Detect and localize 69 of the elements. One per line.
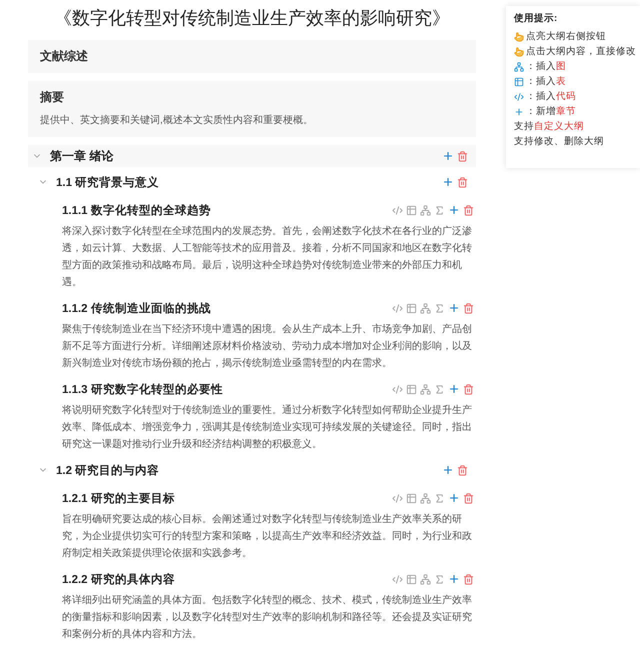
chapter-row[interactable]: 第一章 绪论 (28, 145, 476, 167)
table-icon[interactable] (406, 204, 417, 216)
tip-text: 支持修改、删除大纲 (514, 135, 604, 148)
table-icon (514, 76, 524, 86)
code-icon[interactable] (392, 384, 403, 394)
add-icon[interactable] (442, 150, 454, 162)
add-icon[interactable] (448, 302, 460, 314)
delete-icon[interactable] (463, 204, 474, 216)
document-title: 《数字化转型对传统制造业生产效率的影响研究》 (53, 7, 451, 30)
subsection-heading[interactable]: 1.2.1 研究的主要目标 (62, 490, 392, 506)
subsection-text[interactable]: 将说明研究数字化转型对于传统制造业的重要性。通过分析数字化转型如何帮助企业提升生产效率、降低成本、增强竞争力，强调其是传统制造业实现可持续发展的关键途径。同时，指出研究这一课题对推动行业升级和经济结构调整的积极意义。 (62, 402, 474, 453)
delete-icon[interactable] (457, 150, 468, 162)
delete-icon[interactable] (463, 384, 474, 394)
add-icon (514, 106, 524, 116)
tree-icon[interactable] (420, 384, 431, 394)
section-heading[interactable]: 1.1 研究背景与意义 (56, 174, 442, 190)
delete-icon[interactable] (457, 464, 468, 476)
tree-icon[interactable] (420, 302, 431, 314)
subsection-text[interactable]: 旨在明确研究要达成的核心目标。会阐述通过对数字化转型与传统制造业生产效率关系的研究，为企业提供切实可行的转型方案和策略，以提高生产效率和经济效益。同时，为行业和政府制定相关政策提供理论依据和实践参考。 (62, 511, 474, 562)
tip-text: ：插入图 (526, 60, 566, 73)
subsection-text[interactable]: 将深入探讨数字化转型在全球范围内的发展态势。首先，会阐述数字化技术在各行业的广泛渗透，如云计算、大数据、人工智能等技术的应用普及。接着，分析不同国家和地区在数字化转型方面的政策推动和战略布局。最后，说明这种全球趋势对传统制造业带来的外部压力和机遇。 (62, 223, 474, 291)
add-icon[interactable] (442, 176, 454, 188)
formula-icon[interactable] (434, 574, 445, 584)
formula-icon[interactable] (434, 302, 445, 314)
delete-icon[interactable] (463, 492, 474, 504)
add-icon[interactable] (442, 464, 454, 476)
section-heading[interactable]: 1.2 研究目的与内容 (56, 462, 442, 478)
delete-icon[interactable] (457, 176, 468, 188)
chapter-heading[interactable]: 第一章 绪论 (50, 148, 442, 164)
subsection-heading[interactable]: 1.1.3 研究数字化转型的必要性 (62, 382, 392, 396)
code-icon[interactable] (392, 302, 403, 314)
tree-icon (514, 62, 524, 72)
add-icon[interactable] (448, 204, 460, 216)
section-summary[interactable]: 提供中、英文摘要和关键词,概述本文实质性内容和重要梗概。 (40, 112, 464, 129)
add-icon[interactable] (448, 492, 460, 504)
tree-icon[interactable] (420, 204, 431, 216)
tip-text: ：插入代码 (526, 90, 576, 103)
subsection-heading[interactable]: 1.1.1 数字化转型的全球趋势 (62, 202, 392, 218)
table-icon[interactable] (406, 302, 417, 314)
hand-pointer-icon (514, 32, 524, 42)
subsection-text[interactable]: 聚焦于传统制造业在当下经济环境中遭遇的困境。会从生产成本上升、市场竞争加剧、产品创新不足等方面进行分析。详细阐述原材料价格波动、劳动力成本增加对企业利润的影响，以及新兴制造业对传统市场份额的抢占，揭示传统制造业亟需转型的内在需求。 (62, 321, 474, 372)
code-icon (514, 92, 524, 102)
formula-icon[interactable] (434, 204, 445, 216)
code-icon[interactable] (392, 204, 403, 216)
section-heading[interactable]: 摘要 (40, 89, 464, 106)
add-icon[interactable] (448, 383, 460, 395)
subsection-heading[interactable]: 1.1.2 传统制造业面临的挑战 (62, 300, 392, 316)
tree-icon[interactable] (420, 574, 431, 584)
tip-text: 点亮大纲右侧按钮 (526, 30, 606, 43)
formula-icon[interactable] (434, 384, 445, 394)
tip-text: ：插入表 (526, 75, 566, 88)
add-icon[interactable] (448, 573, 460, 585)
tip-text: 点击大纲内容，直接修改 (526, 45, 636, 58)
section-heading[interactable]: 文献综述 (40, 48, 464, 65)
subsection-heading[interactable]: 1.2.2 研究的具体内容 (62, 572, 392, 586)
code-icon[interactable] (392, 574, 403, 584)
code-icon[interactable] (392, 492, 403, 504)
hand-pointer-icon (514, 46, 524, 56)
table-icon[interactable] (406, 492, 417, 504)
delete-icon[interactable] (463, 302, 474, 314)
table-icon[interactable] (406, 384, 417, 394)
tip-text: ：新增章节 (526, 105, 576, 118)
subsection-text[interactable]: 将详细列出研究涵盖的具体方面。包括数字化转型的概念、技术、模式，传统制造业生产效率的衡量指标和影响因素，以及数字化转型对生产效率的影响机制和路径等。还会提及实证研究和案例分析的具体内容和方法。 (62, 592, 474, 643)
formula-icon[interactable] (434, 492, 445, 504)
tree-icon[interactable] (420, 492, 431, 504)
tip-text: 支持自定义大纲 (514, 120, 584, 133)
tips-title: 使用提示: (514, 12, 558, 25)
delete-icon[interactable] (463, 574, 474, 584)
table-icon[interactable] (406, 574, 417, 584)
